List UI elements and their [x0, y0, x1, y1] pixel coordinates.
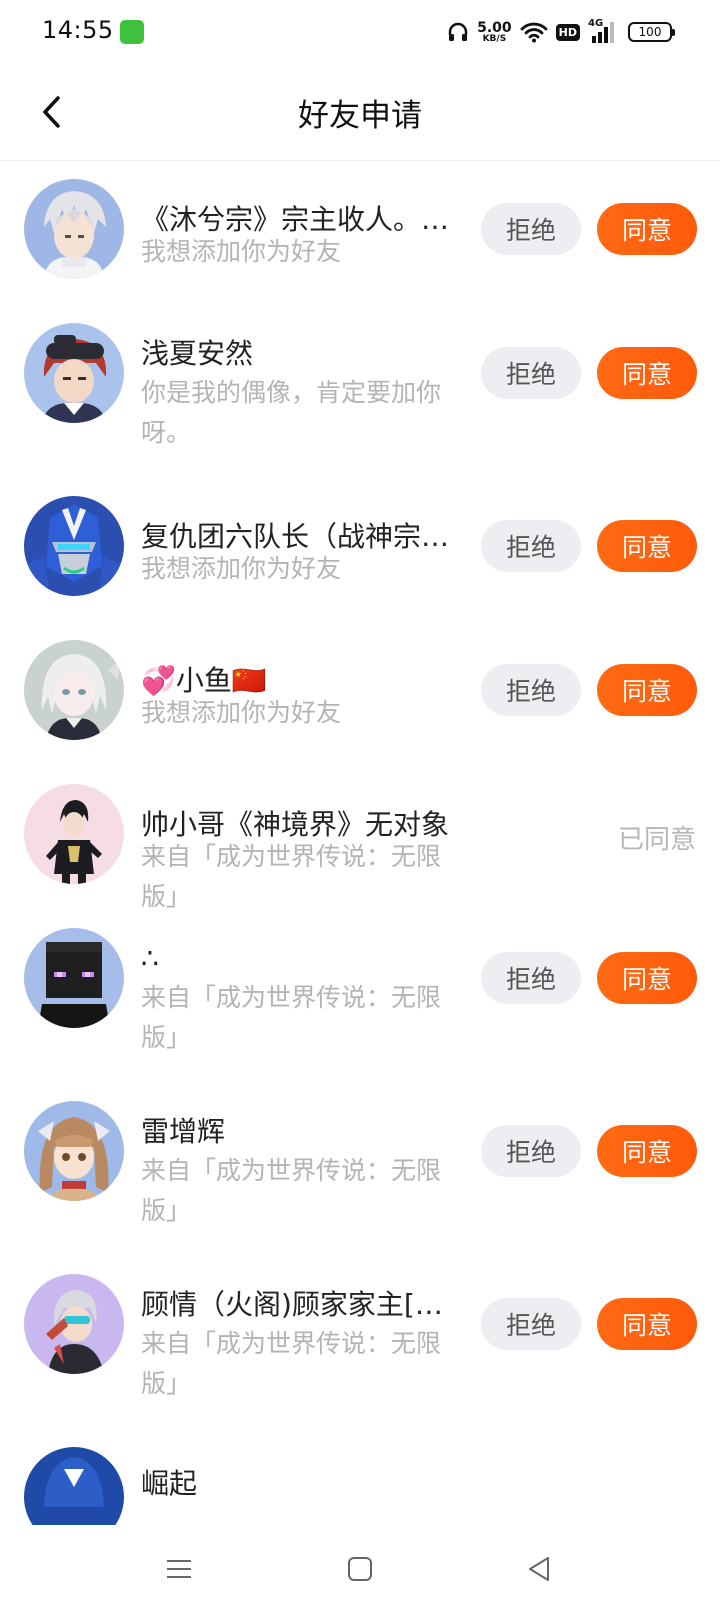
network-speed: 5.00 KB/S [477, 21, 512, 44]
request-message: 我想添加你为好友 [141, 554, 342, 583]
list-item[interactable]: 雷增辉 来自「成为世界传说：无限版」 拒绝 同意 [0, 1083, 720, 1256]
avatar[interactable] [24, 323, 124, 423]
wifi-icon [520, 22, 548, 43]
accept-button[interactable]: 同意 [597, 1125, 697, 1177]
list-item[interactable]: 💞小鱼🇨🇳 我想添加你为好友 拒绝 同意 [0, 622, 720, 766]
list-item[interactable]: 《沐兮宗》宗主收人。… 我想添加你为好友 拒绝 同意 [0, 161, 720, 305]
status-bar: 14:55 5.00 KB/S HD 4G 100 [0, 0, 720, 64]
reject-button[interactable]: 拒绝 [481, 952, 581, 1004]
request-message: 来自「成为世界传说：无限版」 [141, 842, 442, 911]
avatar[interactable] [24, 928, 124, 1028]
home-button[interactable] [336, 1545, 384, 1593]
list-item[interactable]: 浅夏安然 你是我的偶像，肯定要加你呀。 拒绝 同意 [0, 305, 720, 478]
network-speed-value: 5.00 [477, 19, 512, 36]
status-time: 14:55 [42, 16, 114, 44]
accept-button[interactable]: 同意 [597, 520, 697, 572]
friend-request-list[interactable]: 《沐兮宗》宗主收人。… 我想添加你为好友 拒绝 同意 浅夏安然 你是我的偶像，肯… [0, 161, 720, 1525]
reject-button[interactable]: 拒绝 [481, 1125, 581, 1177]
hd-voice-badge: HD [555, 23, 580, 41]
request-message: 来自「成为世界传说：无限版」 [141, 983, 442, 1052]
request-message: 来自「成为世界传说：无限版」 [141, 1329, 442, 1398]
cellular-signal-icon: 4G [588, 18, 620, 44]
triangle-back-icon [529, 1557, 549, 1581]
accept-button[interactable]: 同意 [597, 1298, 697, 1350]
accept-button[interactable]: 同意 [597, 664, 697, 716]
list-item[interactable]: 帅小哥《神境界》无对象 来自「成为世界传说：无限版」 已同意 [0, 766, 720, 911]
battery-level: 100 [638, 25, 662, 39]
app-notification-icon [120, 20, 144, 44]
requester-name: 顾情（火阁)顾家家主[… [141, 1288, 443, 1321]
back-nav-button[interactable] [515, 1545, 563, 1593]
requester-name: ∴ [141, 942, 159, 975]
request-message: 你是我的偶像，肯定要加你呀。 [141, 378, 442, 447]
accept-button[interactable]: 同意 [597, 347, 697, 399]
network-speed-unit: KB/S [482, 33, 507, 44]
reject-button[interactable]: 拒绝 [481, 520, 581, 572]
accept-button[interactable]: 同意 [597, 952, 697, 1004]
reject-button[interactable]: 拒绝 [481, 347, 581, 399]
requester-name: 浅夏安然 [141, 337, 254, 370]
recent-apps-button[interactable] [155, 1545, 203, 1593]
avatar[interactable] [24, 1101, 124, 1201]
avatar[interactable] [24, 496, 124, 596]
friend-requests-screen: 14:55 5.00 KB/S HD 4G 100 好友申请 《沐兮宗》宗主收人… [0, 0, 720, 1612]
square-home-icon [348, 1557, 372, 1581]
reject-button[interactable]: 拒绝 [481, 1298, 581, 1350]
requester-name: 崛起 [141, 1467, 198, 1500]
avatar[interactable] [24, 1274, 124, 1374]
system-navigation-bar [0, 1525, 720, 1612]
reject-button[interactable]: 拒绝 [481, 664, 581, 716]
battery-indicator: 100 [628, 22, 675, 42]
avatar[interactable] [24, 1447, 124, 1525]
request-message: 我想添加你为好友 [141, 237, 342, 266]
app-header: 好友申请 [0, 64, 720, 161]
list-item[interactable]: ∴ 来自「成为世界传说：无限版」 拒绝 同意 [0, 910, 720, 1083]
headphones-icon [448, 22, 468, 41]
accepted-status: 已同意 [617, 825, 696, 855]
accept-button[interactable]: 同意 [597, 203, 697, 255]
menu-icon [167, 1560, 191, 1578]
status-indicators: 5.00 KB/S HD 4G 100 [447, 16, 675, 48]
list-item[interactable]: 顾情（火阁)顾家家主[… 来自「成为世界传说：无限版」 拒绝 同意 [0, 1256, 720, 1429]
avatar[interactable] [24, 784, 124, 884]
reject-button[interactable]: 拒绝 [481, 203, 581, 255]
requester-name: 雷增辉 [141, 1115, 226, 1148]
list-item[interactable]: 复仇团六队长（战神宗… 我想添加你为好友 拒绝 同意 [0, 478, 720, 622]
list-item[interactable]: 崛起 [0, 1429, 720, 1525]
request-message: 来自「成为世界传说：无限版」 [141, 1156, 442, 1225]
request-message: 我想添加你为好友 [141, 698, 342, 727]
avatar[interactable] [24, 640, 124, 740]
avatar[interactable] [24, 179, 124, 279]
page-title: 好友申请 [298, 98, 422, 134]
